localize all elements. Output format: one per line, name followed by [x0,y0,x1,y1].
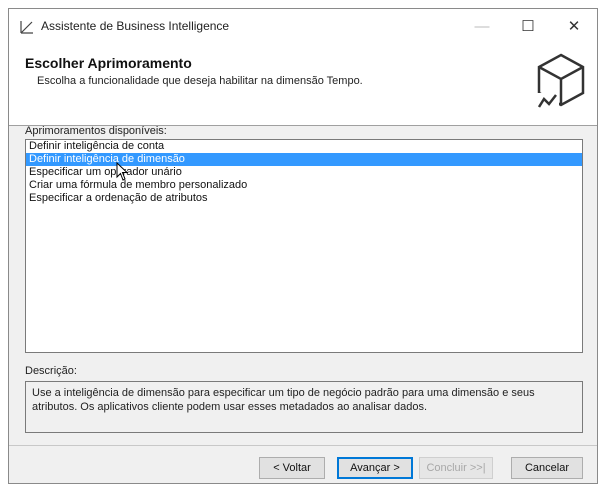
window-controls: — ☐ ✕ [459,9,597,43]
minimize-button[interactable]: — [459,9,505,43]
page-title: Escolher Aprimoramento [25,55,192,71]
list-item-unary-operator[interactable]: Especificar um operador unário [26,166,582,179]
footer-divider [9,445,597,446]
title-bar[interactable]: Assistente de Business Intelligence — ☐ … [9,9,597,43]
list-item-account-intelligence[interactable]: Definir inteligência de conta [26,140,582,153]
cancel-button[interactable]: Cancelar [511,457,583,479]
list-item-attribute-ordering[interactable]: Especificar a ordenação de atributos [26,192,582,205]
cube-chart-icon [537,53,585,109]
page-subtitle: Escolha a funcionalidade que deseja habi… [37,75,363,87]
wizard-header: Escolher Aprimoramento Escolha a funcion… [9,43,597,126]
back-button[interactable]: < Voltar [259,457,325,479]
list-item-dimension-intelligence[interactable]: Definir inteligência de dimensão [26,153,582,166]
description-label: Descrição: [25,365,77,377]
enhancements-list[interactable]: Definir inteligência de conta Definir in… [25,139,583,353]
bi-wizard-window: Assistente de Business Intelligence — ☐ … [8,8,598,484]
close-button[interactable]: ✕ [551,9,597,43]
enhancements-label: Aprimoramentos disponíveis: [25,125,167,137]
description-text: Use a inteligência de dimensão para espe… [25,381,583,433]
finish-button[interactable]: Concluir >>| [419,457,493,479]
next-button[interactable]: Avançar > [337,457,413,479]
window-title: Assistente de Business Intelligence [41,19,230,33]
list-item-custom-member-formula[interactable]: Criar uma fórmula de membro personalizad… [26,179,582,192]
wizard-icon [20,21,33,34]
maximize-button[interactable]: ☐ [505,9,551,43]
mouse-cursor-icon [116,162,129,181]
